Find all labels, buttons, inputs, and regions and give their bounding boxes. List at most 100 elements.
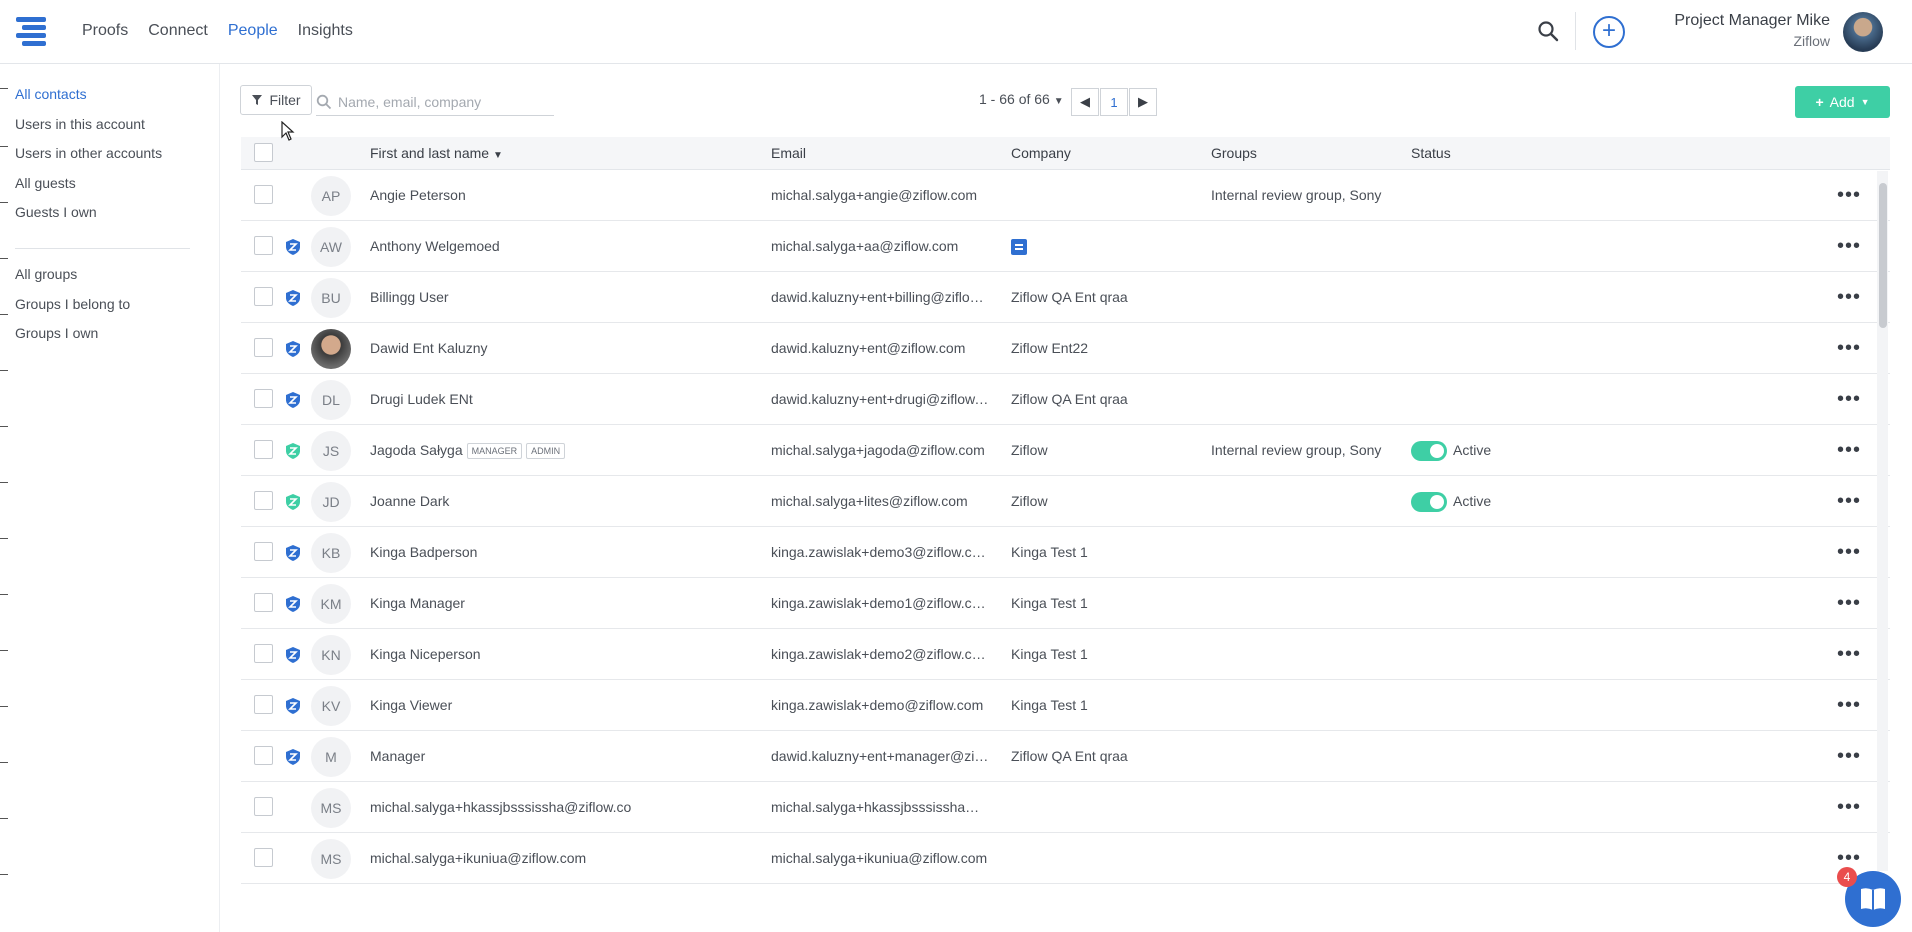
- row-more-options-icon[interactable]: •••: [1837, 527, 1861, 577]
- row-checkbox[interactable]: [254, 695, 273, 714]
- row-more-options-icon[interactable]: •••: [1837, 221, 1861, 271]
- row-checkbox[interactable]: [254, 644, 273, 663]
- column-header-groups[interactable]: Groups: [1211, 137, 1257, 170]
- contact-email: dawid.kaluzny+ent+manager@zifl...: [771, 748, 991, 764]
- row-checkbox[interactable]: [254, 287, 273, 306]
- row-checkbox[interactable]: [254, 338, 273, 357]
- column-header-company[interactable]: Company: [1011, 137, 1071, 170]
- filter-button[interactable]: Filter: [240, 85, 312, 115]
- top-bar: Proofs Connect People Insights + Project…: [0, 0, 1912, 64]
- row-more-options-icon[interactable]: •••: [1837, 374, 1861, 424]
- contact-name: michal.salyga+hkassjbsssissha@ziflow.co: [370, 799, 632, 815]
- sidebar-item-all-guests[interactable]: All guests: [15, 169, 162, 199]
- create-plus-icon[interactable]: +: [1593, 16, 1625, 48]
- row-checkbox[interactable]: [254, 593, 273, 612]
- groups-filters: All groups Groups I belong to Groups I o…: [15, 260, 130, 349]
- row-checkbox[interactable]: [254, 440, 273, 459]
- sidebar-item-all-contacts[interactable]: All contacts: [15, 80, 162, 110]
- prev-page-button[interactable]: ◀: [1071, 88, 1099, 116]
- contact-avatar: DL: [311, 380, 351, 420]
- user-shield-badge-icon: [286, 290, 300, 306]
- column-header-status[interactable]: Status: [1411, 137, 1451, 170]
- user-menu[interactable]: Project Manager Mike Ziflow: [1674, 12, 1830, 49]
- search-icon[interactable]: [1537, 20, 1559, 42]
- contact-name-cell: Manager: [370, 731, 760, 781]
- row-more-options-icon[interactable]: •••: [1837, 476, 1861, 526]
- contact-name-cell: Angie Peterson: [370, 170, 760, 220]
- table-row[interactable]: BU Billingg User dawid.kaluzny+ent+billing…: [241, 272, 1890, 323]
- pager-range[interactable]: 1 - 66 of 66 ▼: [979, 91, 1064, 107]
- contact-email: michal.salyga+hkassjbsssissha@zi...: [771, 799, 991, 815]
- table-row[interactable]: AP Angie Peterson michal.salyga+angie@zifl…: [241, 170, 1890, 221]
- notification-count-badge: 4: [1837, 867, 1857, 887]
- page-number-button[interactable]: 1: [1100, 88, 1128, 116]
- row-checkbox[interactable]: [254, 389, 273, 408]
- sidebar-item-all-groups[interactable]: All groups: [15, 260, 130, 290]
- role-tag: ADMIN: [526, 443, 566, 460]
- table-row[interactable]: KN Kinga Niceperson kinga.zawislak+demo2@z…: [241, 629, 1890, 680]
- contact-name: Kinga Viewer: [370, 697, 453, 713]
- contact-avatar: [311, 329, 351, 369]
- row-checkbox[interactable]: [254, 236, 273, 255]
- nav-insights[interactable]: Insights: [298, 22, 353, 40]
- nav-people[interactable]: People: [228, 22, 278, 40]
- nav-connect[interactable]: Connect: [148, 22, 208, 40]
- table-row[interactable]: Dawid Ent Kaluzny dawid.kaluzny+ent@ziflo…: [241, 323, 1890, 374]
- contact-company: Ziflow QA Ent qraa: [1011, 391, 1128, 407]
- status-toggle[interactable]: [1411, 492, 1447, 513]
- user-shield-badge-icon: [286, 392, 300, 408]
- plus-icon: +: [1815, 94, 1824, 110]
- next-page-button[interactable]: ▶: [1129, 88, 1157, 116]
- sidebar-item-users-other-accounts[interactable]: Users in other accounts: [15, 139, 162, 169]
- row-checkbox[interactable]: [254, 746, 273, 765]
- status-toggle[interactable]: [1411, 441, 1447, 462]
- row-checkbox[interactable]: [254, 797, 273, 816]
- row-more-options-icon[interactable]: •••: [1837, 629, 1861, 679]
- sidebar-item-guests-i-own[interactable]: Guests I own: [15, 198, 162, 228]
- table-row[interactable]: KM Kinga Manager kinga.zawislak+demo1@zifl…: [241, 578, 1890, 629]
- row-more-options-icon[interactable]: •••: [1837, 578, 1861, 628]
- row-checkbox[interactable]: [254, 185, 273, 204]
- sidebar-item-groups-i-own[interactable]: Groups I own: [15, 319, 130, 349]
- contact-name: Billingg User: [370, 289, 449, 305]
- row-checkbox[interactable]: [254, 848, 273, 867]
- nav-proofs[interactable]: Proofs: [82, 22, 128, 40]
- column-header-name[interactable]: First and last name ▼: [370, 137, 503, 172]
- caret-right-icon: ▶: [1138, 94, 1148, 109]
- row-more-options-icon[interactable]: •••: [1837, 323, 1861, 373]
- table-row[interactable]: MS michal.salyga+ikuniua@ziflow.com michal…: [241, 833, 1890, 884]
- contact-avatar: MS: [311, 788, 351, 828]
- contact-email: michal.salyga+ikuniua@ziflow.com: [771, 850, 988, 866]
- user-shield-badge-icon: [286, 443, 300, 459]
- contact-name-cell: Joanne Dark: [370, 476, 760, 526]
- table-row[interactable]: KV Kinga Viewer kinga.zawislak+demo@ziflow…: [241, 680, 1890, 731]
- sidebar-item-users-this-account[interactable]: Users in this account: [15, 110, 162, 140]
- table-row[interactable]: KB Kinga Badperson kinga.zawislak+demo3@zi…: [241, 527, 1890, 578]
- sidebar-item-groups-i-belong-to[interactable]: Groups I belong to: [15, 290, 130, 320]
- table-row[interactable]: M Manager dawid.kaluzny+ent+manager@zifl..…: [241, 731, 1890, 782]
- table-row[interactable]: JS Jagoda Sałyga MANAGER ADMIN michal.salyga…: [241, 425, 1890, 476]
- row-more-options-icon[interactable]: •••: [1837, 680, 1861, 730]
- row-checkbox[interactable]: [254, 491, 273, 510]
- row-more-options-icon[interactable]: •••: [1837, 782, 1861, 832]
- table-row[interactable]: DL Drugi Ludek ENt dawid.kaluzny+ent+drugi…: [241, 374, 1890, 425]
- search-input[interactable]: [338, 93, 548, 110]
- table-row[interactable]: AW Anthony Welgemoed michal.salyga+aa@zifl…: [241, 221, 1890, 272]
- select-all-checkbox[interactable]: [254, 143, 273, 162]
- row-more-options-icon[interactable]: •••: [1837, 170, 1861, 220]
- table-row[interactable]: MS michal.salyga+hkassjbsssissha@ziflow.c…: [241, 782, 1890, 833]
- add-button[interactable]: + Add ▼: [1795, 86, 1890, 118]
- contact-avatar: M: [311, 737, 351, 777]
- row-more-options-icon[interactable]: •••: [1837, 425, 1861, 475]
- book-icon: [1861, 888, 1885, 910]
- user-avatar[interactable]: [1843, 12, 1883, 52]
- table-row[interactable]: JD Joanne Dark michal.salyga+lites@ziflow.…: [241, 476, 1890, 527]
- contact-name-cell: Billingg User: [370, 272, 760, 322]
- row-more-options-icon[interactable]: •••: [1837, 731, 1861, 781]
- row-more-options-icon[interactable]: •••: [1837, 272, 1861, 322]
- row-checkbox[interactable]: [254, 542, 273, 561]
- ziflow-logo-icon[interactable]: [14, 14, 48, 48]
- table-scrollbar-thumb[interactable]: [1879, 183, 1887, 328]
- contact-email: michal.salyga+jagoda@ziflow.com: [771, 442, 985, 458]
- column-header-email[interactable]: Email: [771, 137, 806, 170]
